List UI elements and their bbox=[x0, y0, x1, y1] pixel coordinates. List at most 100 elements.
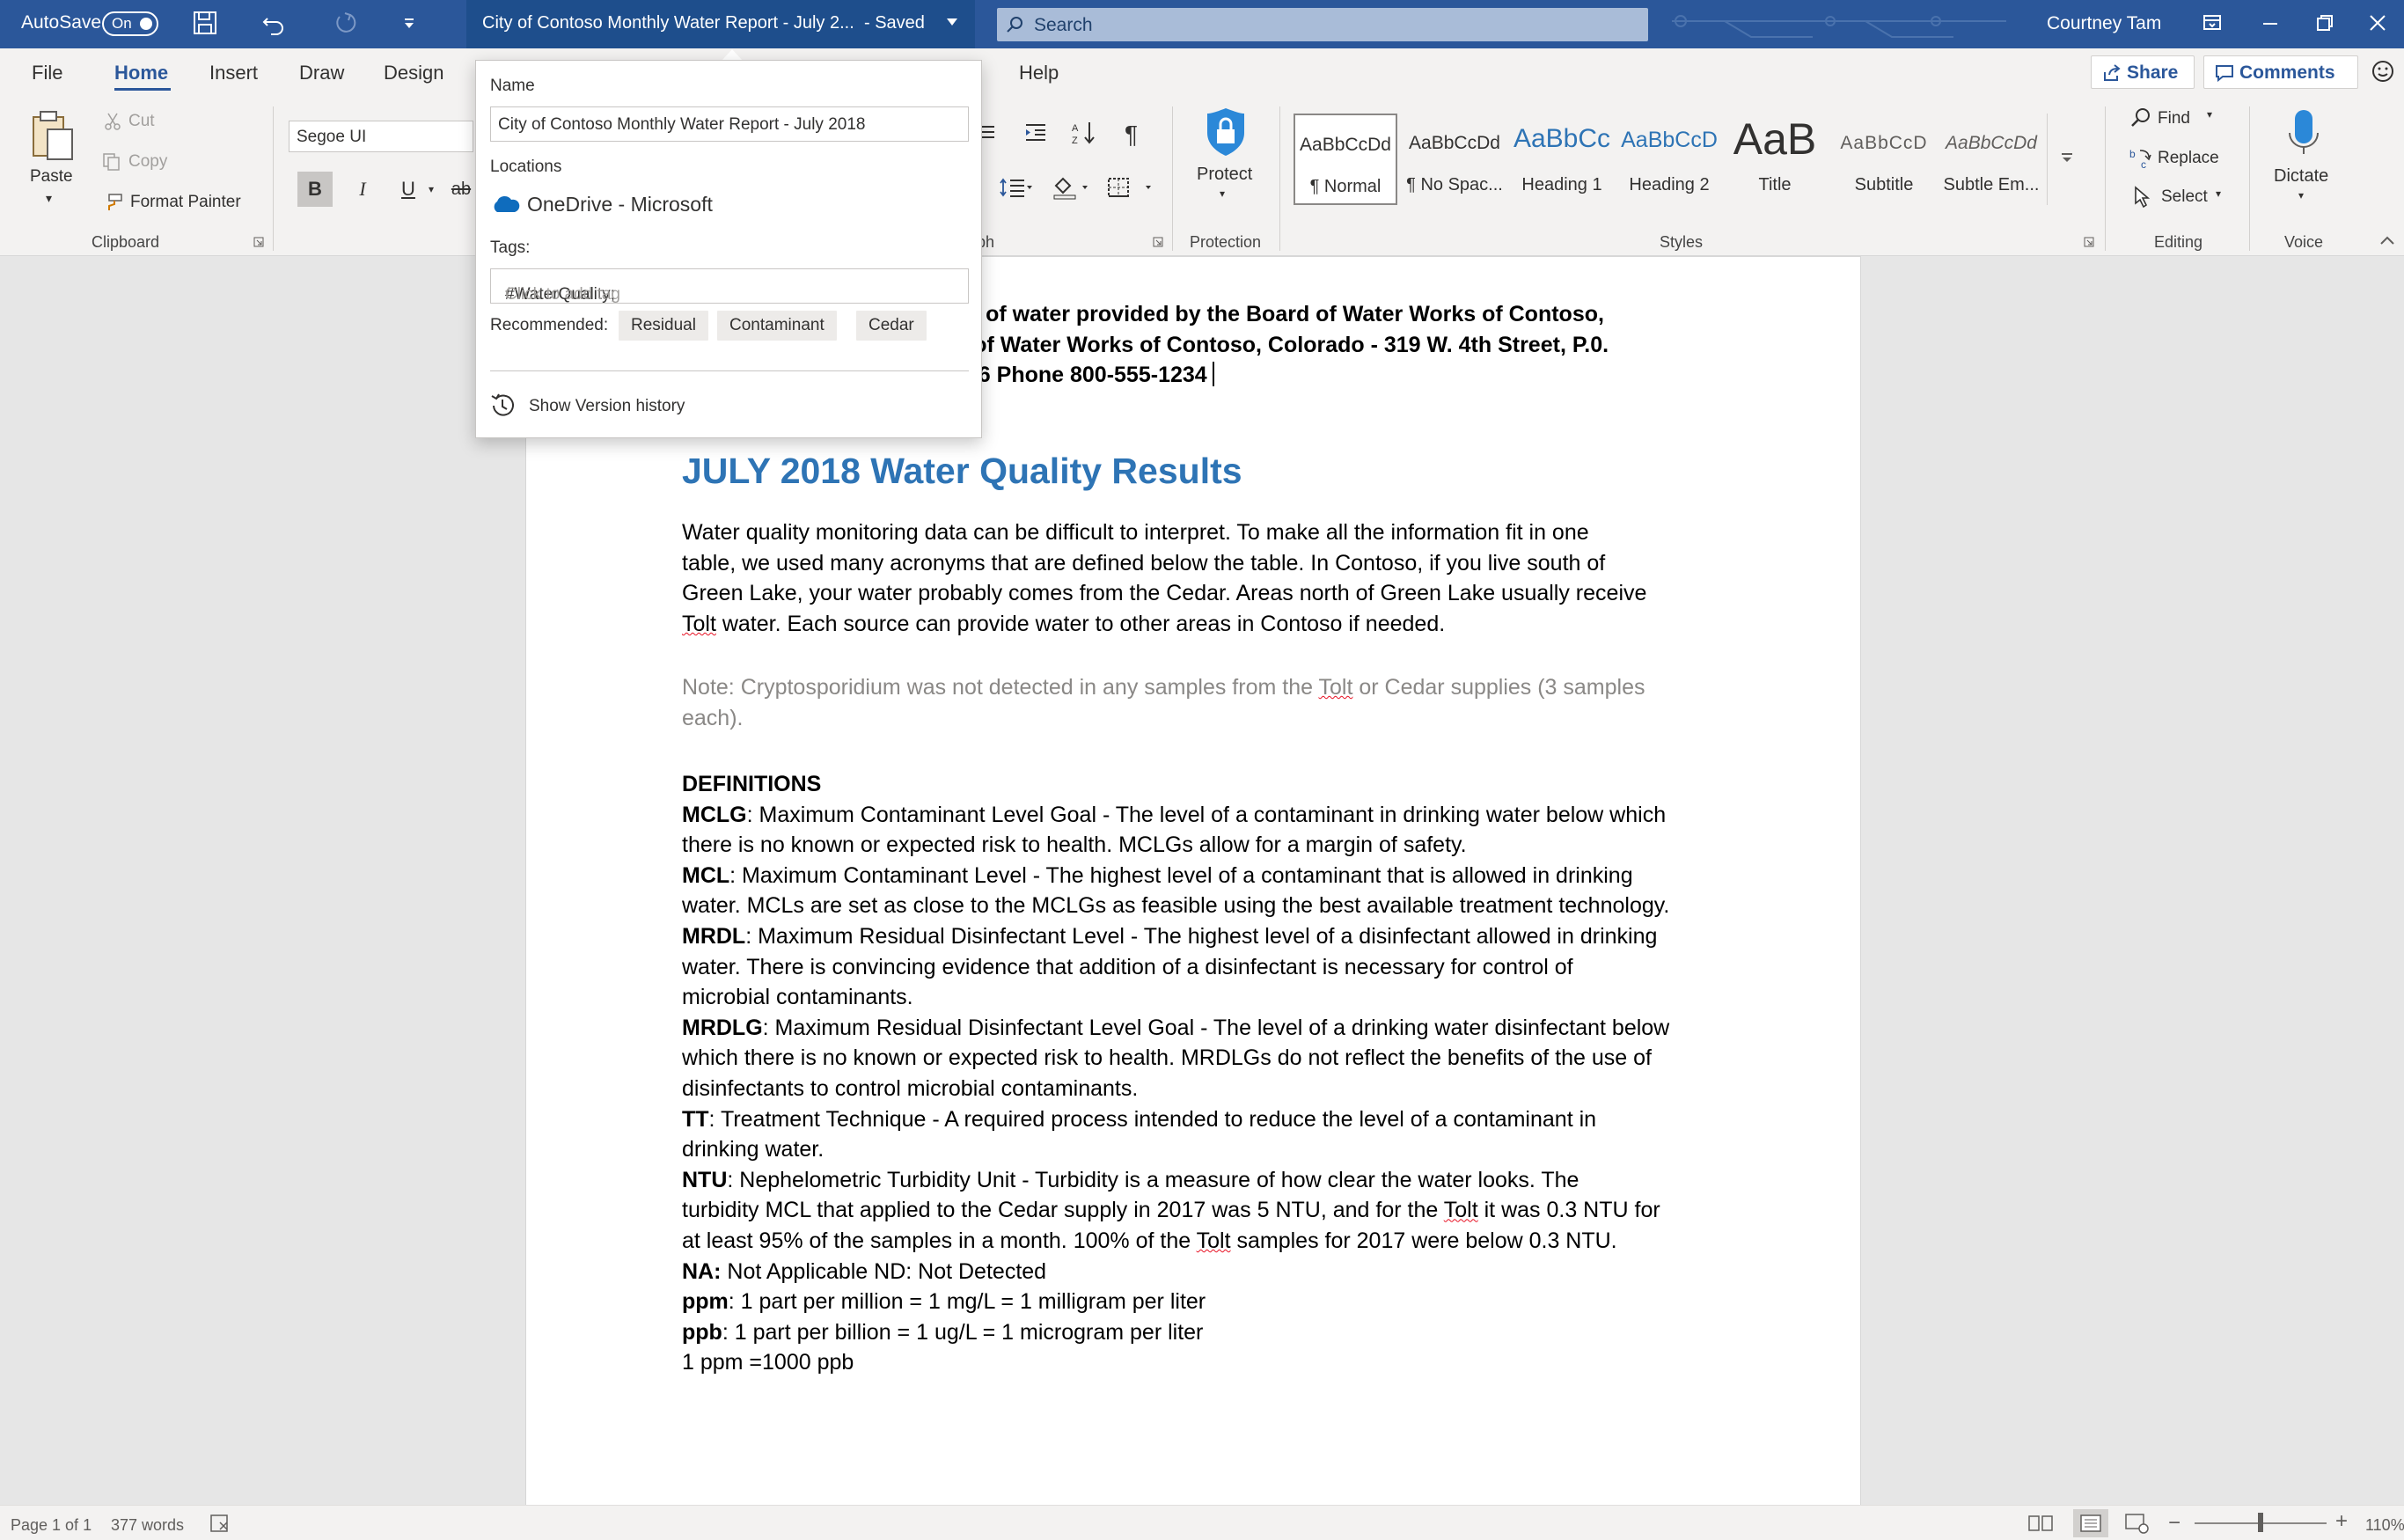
clipboard-group-label: Clipboard bbox=[92, 233, 160, 251]
conversion-line: 1 ppm =1000 ppb bbox=[682, 1350, 854, 1375]
minimize-icon[interactable] bbox=[2260, 12, 2281, 33]
styles-launcher-icon[interactable] bbox=[2084, 237, 2094, 247]
intro-line: d of Water Works of Contoso, Colorado - … bbox=[954, 332, 1609, 357]
styles-group-label: Styles bbox=[1660, 233, 1704, 251]
zoom-level[interactable]: 110% bbox=[2365, 1516, 2404, 1535]
undo-icon[interactable] bbox=[260, 10, 287, 36]
paragraph-launcher-icon[interactable] bbox=[1153, 237, 1163, 247]
style-sample: AaBbCcDd bbox=[1409, 133, 1500, 153]
select-button[interactable]: Select bbox=[2161, 187, 2208, 207]
definition-na: NA: Not Applicable ND: Not Detected bbox=[682, 1258, 1047, 1284]
tab-file[interactable]: File bbox=[32, 62, 62, 84]
style-name: Heading 1 bbox=[1521, 175, 1602, 194]
web-layout-icon[interactable] bbox=[2124, 1513, 2151, 1534]
tab-draw[interactable]: Draw bbox=[299, 62, 344, 84]
style-subtitle[interactable]: AaBbCcD Subtitle bbox=[1832, 114, 1936, 205]
cut-button[interactable]: Cut bbox=[128, 112, 155, 131]
style-heading-2[interactable]: AaBbCcD Heading 2 bbox=[1617, 114, 1721, 205]
bold-button[interactable]: B bbox=[297, 172, 333, 207]
search-box[interactable]: Search bbox=[997, 8, 1648, 41]
paste-icon[interactable] bbox=[30, 110, 76, 163]
tag-chip-cedar[interactable]: Cedar bbox=[856, 311, 927, 341]
zoom-in-button[interactable]: + bbox=[2335, 1509, 2348, 1534]
style-name: Title bbox=[1758, 175, 1792, 194]
show-version-history-label: Show Version history bbox=[529, 397, 685, 415]
redo-icon[interactable] bbox=[331, 10, 357, 36]
ribbon-display-options-icon[interactable] bbox=[2202, 12, 2223, 33]
word-count[interactable]: 377 words bbox=[111, 1516, 184, 1535]
dictate-label[interactable]: Dictate bbox=[2274, 166, 2328, 187]
read-mode-icon[interactable] bbox=[2027, 1514, 2054, 1533]
document-intro: ity of water provided by the Board of Wa… bbox=[954, 299, 1711, 391]
svg-text:Z: Z bbox=[1072, 136, 1078, 145]
tag-chip-contaminant[interactable]: Contaminant bbox=[717, 311, 837, 341]
protect-dropdown-icon[interactable]: ▾ bbox=[1220, 187, 1225, 200]
dictate-dropdown-icon[interactable]: ▾ bbox=[2298, 189, 2304, 202]
paste-dropdown-icon[interactable]: ▾ bbox=[46, 191, 52, 206]
style-name: Subtitle bbox=[1854, 175, 1914, 194]
show-version-history-button[interactable]: Show Version history bbox=[488, 388, 752, 423]
restore-icon[interactable] bbox=[2314, 12, 2335, 33]
autosave-toggle[interactable]: On bbox=[102, 11, 158, 36]
tags-input[interactable]: #WaterQuality; Click to add tag bbox=[490, 268, 969, 304]
styles-more-button[interactable] bbox=[2047, 114, 2085, 205]
note-paragraph: Note: Cryptosporidium was not detected i… bbox=[682, 672, 1720, 733]
definition-ppm: ppm: 1 part per million = 1 mg/L = 1 mil… bbox=[682, 1289, 1206, 1315]
font-name-select[interactable]: Segoe UI bbox=[289, 121, 473, 152]
format-painter-icon bbox=[102, 193, 123, 212]
user-name[interactable]: Courtney Tam bbox=[2047, 13, 2161, 34]
sort-icon[interactable]: AZ bbox=[1072, 121, 1098, 145]
collapse-ribbon-icon[interactable] bbox=[2379, 235, 2395, 246]
microphone-icon[interactable] bbox=[2286, 108, 2321, 161]
location-onedrive[interactable]: OneDrive - Microsoft bbox=[527, 193, 713, 216]
smiley-feedback-icon[interactable] bbox=[2371, 59, 2395, 84]
customize-qat-icon[interactable] bbox=[403, 18, 415, 30]
tab-insert[interactable]: Insert bbox=[209, 62, 258, 84]
document-title-button[interactable]: City of Contoso Monthly Water Report - J… bbox=[466, 0, 975, 48]
tag-chip-residual[interactable]: Residual bbox=[619, 311, 708, 341]
print-layout-icon[interactable] bbox=[2073, 1509, 2108, 1537]
tab-design[interactable]: Design bbox=[384, 62, 443, 84]
find-dropdown-icon[interactable]: ▾ bbox=[2207, 108, 2212, 121]
style-heading-1[interactable]: AaBbCc Heading 1 bbox=[1510, 114, 1614, 205]
paste-label[interactable]: Paste bbox=[30, 167, 73, 187]
tab-home[interactable]: Home bbox=[114, 62, 168, 84]
document-name-input[interactable]: City of Contoso Monthly Water Report - J… bbox=[490, 106, 969, 142]
underline-button[interactable]: U bbox=[391, 172, 426, 207]
underline-dropdown-icon[interactable]: ▾ bbox=[422, 172, 440, 207]
style-normal[interactable]: AaBbCcDd ¶ Normal bbox=[1294, 114, 1397, 205]
font-name-value: Segoe UI bbox=[297, 128, 367, 146]
definition-ntu: NTU: Nephelometric Turbidity Unit - Turb… bbox=[682, 1167, 1579, 1192]
style-title[interactable]: AaB Title bbox=[1723, 114, 1827, 205]
style-no-spacing[interactable]: AaBbCcDd ¶ No Spac... bbox=[1403, 114, 1506, 205]
find-button[interactable]: Find bbox=[2158, 109, 2190, 128]
protect-label[interactable]: Protect bbox=[1197, 165, 1252, 185]
style-sample: AaBbCc bbox=[1513, 124, 1611, 153]
show-formatting-icon[interactable]: ¶ bbox=[1125, 121, 1138, 149]
proofing-icon[interactable] bbox=[209, 1514, 232, 1533]
page-count[interactable]: Page 1 of 1 bbox=[11, 1516, 92, 1535]
save-icon[interactable] bbox=[192, 10, 218, 36]
close-icon[interactable] bbox=[2367, 12, 2388, 33]
tab-help[interactable]: Help bbox=[1019, 62, 1059, 84]
replace-button[interactable]: Replace bbox=[2158, 149, 2219, 168]
format-painter-button[interactable]: Format Painter bbox=[130, 193, 241, 212]
strikethrough-button[interactable]: ab bbox=[449, 172, 473, 207]
protect-lock-icon[interactable] bbox=[1204, 106, 1248, 158]
borders-icon[interactable] bbox=[1107, 177, 1151, 198]
paragraph-line: Tolt water. Each source can provide wate… bbox=[682, 611, 1446, 636]
comments-button[interactable]: Comments bbox=[2203, 55, 2358, 89]
definition-mclg: MCLG: Maximum Contaminant Level Goal - T… bbox=[682, 802, 1667, 827]
clipboard-launcher-icon[interactable] bbox=[253, 237, 264, 247]
copy-button[interactable]: Copy bbox=[128, 152, 167, 172]
increase-indent-icon[interactable] bbox=[1024, 122, 1047, 142]
line-spacing-icon[interactable] bbox=[1000, 177, 1035, 198]
definition-mrdl: MRDL: Maximum Residual Disinfectant Leve… bbox=[682, 923, 1658, 949]
zoom-slider-thumb[interactable] bbox=[2258, 1513, 2263, 1532]
style-subtle-emphasis[interactable]: AaBbCcDd Subtle Em... bbox=[1939, 114, 2043, 205]
select-dropdown-icon[interactable]: ▾ bbox=[2216, 187, 2221, 200]
italic-button[interactable]: I bbox=[345, 172, 380, 207]
shading-icon[interactable] bbox=[1052, 175, 1091, 200]
zoom-out-button[interactable]: − bbox=[2168, 1511, 2180, 1536]
share-button[interactable]: Share bbox=[2091, 55, 2195, 89]
